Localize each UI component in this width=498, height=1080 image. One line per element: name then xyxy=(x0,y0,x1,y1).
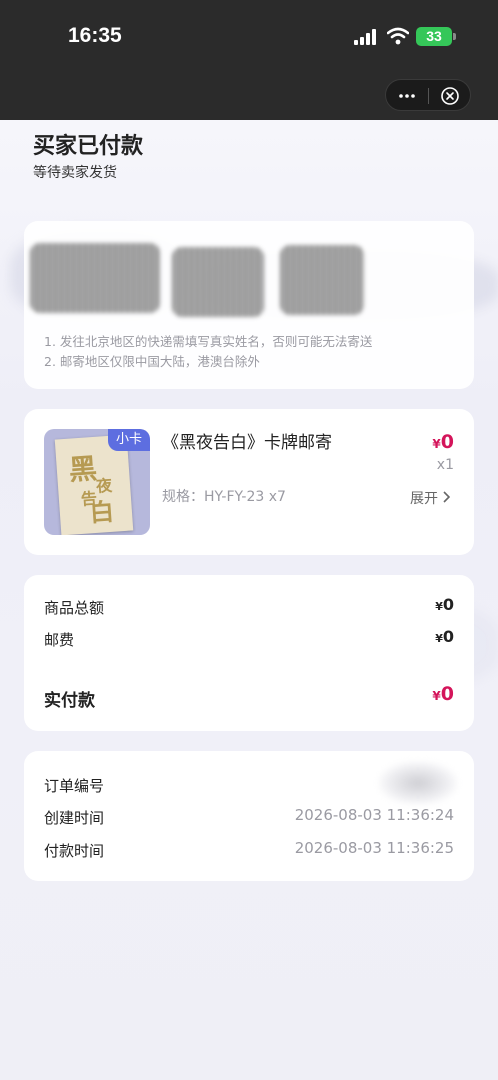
currency-symbol: ¥ xyxy=(435,632,443,645)
created-time-value: 2026-08-03 11:36:24 xyxy=(294,806,454,824)
redacted-address xyxy=(30,243,160,313)
address-notice: 1. 发往北京地区的快递需填写真实姓名，否则可能无法寄送 xyxy=(44,334,373,349)
expand-button[interactable]: 展开 xyxy=(410,488,450,508)
shipping-value: ¥0 xyxy=(435,627,454,646)
more-icon[interactable] xyxy=(398,87,416,105)
currency-symbol: ¥ xyxy=(432,689,441,703)
paid-amount-value: ¥0 xyxy=(432,683,454,705)
thumb-char: 白 xyxy=(88,496,115,528)
product-card[interactable]: 黑 夜 告 白 小卡 《黑夜告白》卡牌邮寄 规格：HY-FY-23 x7 ¥0 … xyxy=(24,409,474,555)
signal-icon xyxy=(354,29,376,45)
expand-label: 展开 xyxy=(410,491,438,507)
capsule-divider xyxy=(428,88,429,104)
amount-card: 商品总额 ¥0 邮费 ¥0 实付款 ¥0 xyxy=(24,575,474,731)
paid-time-label: 付款时间 xyxy=(44,842,105,860)
status-bar: 16:35 33 xyxy=(0,0,498,120)
mini-program-capsule xyxy=(385,79,471,111)
order-status-title: 买家已付款 xyxy=(33,134,144,159)
goods-total-value: ¥0 xyxy=(435,595,454,614)
status-time: 16:35 xyxy=(68,24,122,47)
amount-value: 0 xyxy=(440,683,454,705)
currency-symbol: ¥ xyxy=(435,600,443,613)
battery-level: 33 xyxy=(426,28,442,44)
created-time-label: 创建时间 xyxy=(44,809,105,827)
amount-value: 0 xyxy=(442,627,454,646)
redacted-order-number xyxy=(378,761,458,805)
order-status-subtitle: 等待卖家发货 xyxy=(33,165,117,181)
shipping-label: 邮费 xyxy=(44,631,75,649)
product-thumbnail[interactable]: 黑 夜 告 白 小卡 xyxy=(44,429,150,535)
product-tag: 小卡 xyxy=(108,429,150,451)
product-spec: 规格：HY-FY-23 x7 xyxy=(162,489,286,505)
thumb-char: 黑 xyxy=(67,451,99,487)
goods-total-label: 商品总额 xyxy=(44,599,105,617)
paid-time-value: 2026-08-03 11:36:25 xyxy=(294,839,454,857)
price-value: 0 xyxy=(440,431,454,453)
chevron-right-icon xyxy=(443,491,450,503)
currency-symbol: ¥ xyxy=(432,437,441,451)
battery-cap xyxy=(453,33,456,40)
close-icon[interactable] xyxy=(440,86,460,106)
order-info-card: 订单编号 创建时间 2026-08-03 11:36:24 付款时间 2026-… xyxy=(24,751,474,881)
product-name: 《黑夜告白》卡牌邮寄 xyxy=(162,433,332,453)
address-card[interactable]: 1. 发往北京地区的快递需填写真实姓名，否则可能无法寄送 2. 邮寄地区仅限中国… xyxy=(24,221,474,389)
redacted-address xyxy=(172,247,264,317)
order-number-label: 订单编号 xyxy=(44,777,105,795)
redacted-address xyxy=(280,245,364,315)
battery-icon: 33 xyxy=(416,27,452,46)
paid-amount-label: 实付款 xyxy=(44,691,95,711)
address-notice: 2. 邮寄地区仅限中国大陆，港澳台除外 xyxy=(44,354,260,369)
product-price: ¥0 xyxy=(432,431,454,453)
amount-value: 0 xyxy=(442,595,454,614)
wifi-icon xyxy=(387,27,409,45)
product-quantity: x1 xyxy=(436,457,454,473)
